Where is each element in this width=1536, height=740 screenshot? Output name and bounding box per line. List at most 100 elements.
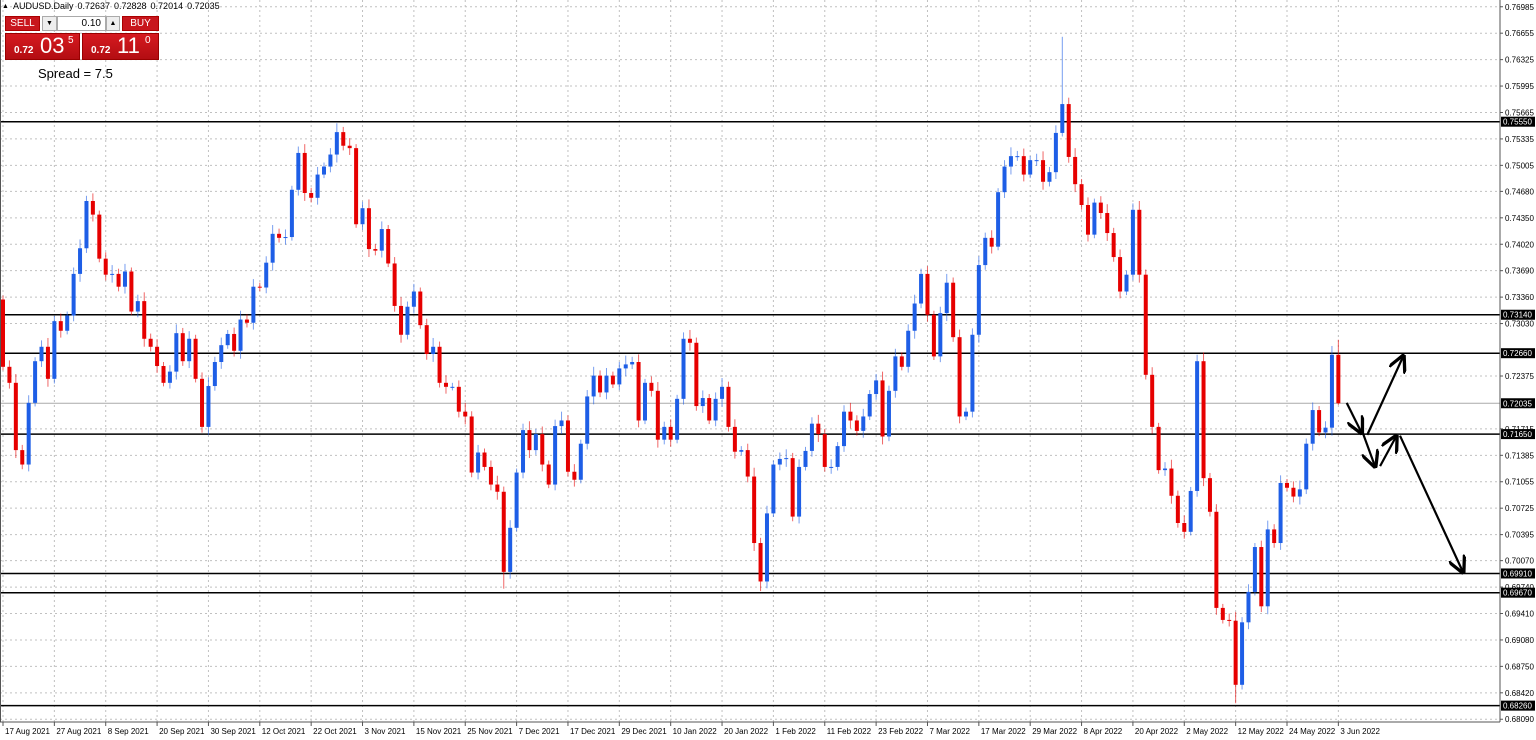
candle	[174, 324, 179, 380]
candle	[540, 426, 545, 472]
bear-candle-body	[232, 333, 237, 351]
candle	[386, 225, 391, 268]
candle	[598, 370, 603, 398]
candle	[58, 313, 63, 338]
bear-candle-body	[565, 420, 570, 472]
price-tick-label: 0.75005	[1505, 161, 1534, 170]
bull-candle-body	[334, 132, 339, 155]
bull-candle-body	[886, 390, 891, 437]
bear-candle-body	[58, 321, 63, 331]
candle	[1053, 125, 1058, 180]
bull-candle-body	[1304, 443, 1309, 490]
buy-button[interactable]: BUY	[122, 16, 159, 31]
bull-candle-body	[1329, 354, 1334, 428]
candle	[116, 268, 121, 292]
date-tick-label: 7 Mar 2022	[929, 727, 970, 736]
bear-candle-body	[1259, 547, 1264, 607]
bull-candle-body	[52, 321, 57, 379]
candle	[797, 459, 802, 524]
lot-increase-icon[interactable]: ▲	[106, 16, 120, 31]
candle	[970, 328, 975, 418]
bear-candle-body	[20, 450, 25, 465]
lot-decrease-icon[interactable]: ▼	[42, 16, 57, 31]
trend-arrow[interactable]	[1379, 436, 1396, 467]
candle	[354, 144, 359, 228]
date-tick-label: 29 Mar 2022	[1032, 727, 1077, 736]
bull-candle-body	[1053, 132, 1058, 173]
candle	[681, 332, 686, 405]
candle	[951, 277, 956, 342]
bear-candle-body	[200, 378, 205, 427]
bear-candle-body	[482, 452, 487, 467]
trend-arrow[interactable]	[1345, 402, 1362, 433]
bull-candle-body	[893, 356, 898, 391]
bull-candle-body	[1124, 274, 1129, 292]
candle	[155, 339, 160, 373]
bear-candle-body	[1105, 213, 1110, 234]
price-tick-label: 0.71715	[1505, 425, 1534, 434]
bull-candle-body	[1240, 622, 1245, 685]
bull-candle-body	[1265, 529, 1270, 607]
trend-arrows[interactable]	[1345, 356, 1463, 572]
bear-candle-body	[957, 337, 962, 417]
candle	[78, 239, 83, 282]
bear-candle-body	[1336, 354, 1341, 404]
candle	[193, 334, 198, 383]
candle	[1163, 462, 1168, 476]
candle	[1150, 367, 1155, 434]
candle	[1278, 475, 1283, 550]
price-tick-label: 0.75995	[1505, 82, 1534, 91]
bear-candle-body	[1137, 209, 1142, 275]
candle	[180, 327, 185, 366]
date-tick-label: 17 Dec 2021	[570, 727, 616, 736]
collapse-triangle-icon[interactable]: ▲	[2, 3, 9, 10]
lot-size-input[interactable]: 0.10	[57, 16, 106, 31]
bear-candle-body	[1233, 620, 1238, 685]
bull-candle-body	[976, 265, 981, 335]
candle	[842, 405, 847, 452]
bull-candle-body	[919, 273, 924, 304]
bull-candle-body	[784, 458, 789, 460]
price-chart[interactable]: 0.755500.731400.726600.716500.699100.696…	[0, 0, 1536, 740]
candle	[809, 417, 814, 457]
candle	[366, 199, 371, 257]
bear-candle-body	[142, 301, 147, 339]
candle	[1137, 200, 1142, 283]
candle	[662, 421, 667, 445]
price-tick-label: 0.69080	[1505, 636, 1534, 645]
bear-candle-body	[437, 346, 442, 383]
date-tick-label: 17 Mar 2022	[981, 727, 1026, 736]
bull-candle-body	[553, 426, 558, 485]
candle	[1297, 480, 1302, 505]
candle	[630, 356, 635, 370]
candle	[546, 460, 551, 489]
bear-candle-body	[347, 145, 352, 149]
bull-candle-body	[713, 398, 718, 421]
candle	[167, 365, 172, 389]
candle	[771, 460, 776, 517]
candle	[687, 329, 692, 351]
candle	[33, 357, 38, 407]
date-tick-label: 20 Sep 2021	[159, 727, 205, 736]
candle	[739, 446, 744, 456]
sell-price-box[interactable]: 0.72 03 5	[5, 33, 80, 60]
candle	[1098, 196, 1103, 219]
price-tick-label: 0.71055	[1505, 478, 1534, 487]
bull-candle-body	[1252, 547, 1257, 592]
trend-arrow[interactable]	[1398, 435, 1463, 572]
candle	[71, 267, 76, 322]
price-tick-label: 0.74020	[1505, 240, 1534, 249]
candle	[514, 468, 519, 532]
horizontal-levels[interactable]: 0.755500.731400.726600.716500.699100.696…	[0, 116, 1535, 711]
candle	[1272, 524, 1277, 548]
buy-price-box[interactable]: 0.72 11 0	[82, 33, 159, 60]
bear-candle-body	[302, 152, 307, 193]
trend-arrow[interactable]	[1366, 356, 1403, 436]
bull-candle-body	[1002, 166, 1007, 193]
candle	[745, 443, 750, 483]
sell-button[interactable]: SELL	[5, 16, 40, 31]
bull-candle-body	[411, 291, 416, 307]
bull-candle-body	[110, 273, 115, 275]
candle	[1092, 198, 1097, 239]
candle	[1233, 611, 1238, 704]
